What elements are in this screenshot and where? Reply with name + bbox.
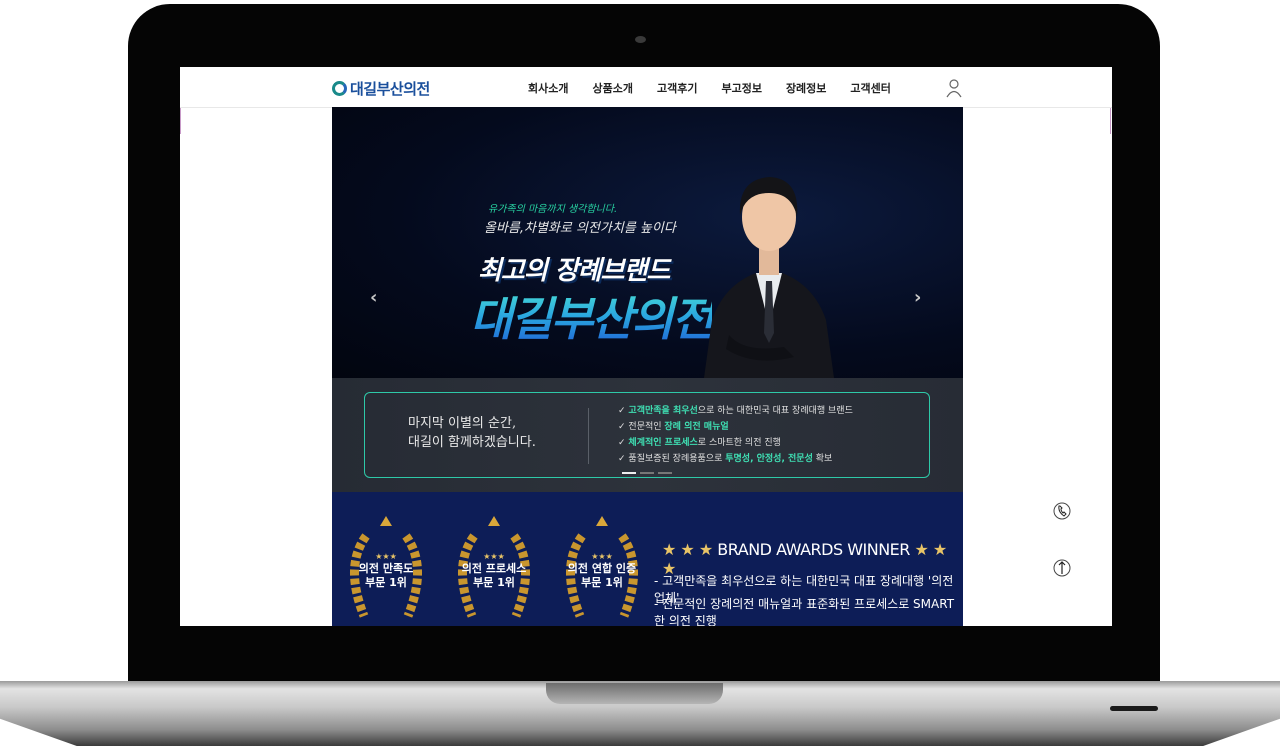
logo-text: 대길부산의전 <box>350 79 430 98</box>
chevron-left-icon[interactable]: ‹ <box>370 287 377 308</box>
feature-list: ✓ 고객만족을 최우선으로 하는 대한민국 대표 장례대행 브랜드 ✓ 전문적인… <box>618 403 853 467</box>
phone-icon[interactable] <box>1053 500 1071 522</box>
site-header: 대길부산의전 회사소개 상품소개 고객후기 부고정보 장례정보 고객센터 <box>180 67 1112 108</box>
banner-divider <box>588 408 589 464</box>
promise-banner: 마지막 이별의 순간, 대길이 함께하겠습니다. ✓ 고객만족을 최우선으로 하… <box>332 378 963 492</box>
main-nav: 회사소개 상품소개 고객후기 부고정보 장례정보 고객센터 <box>528 80 891 96</box>
laptop-indicator <box>1110 706 1158 711</box>
nav-support[interactable]: 고객센터 <box>850 80 890 96</box>
hero-subtitle-1: 유가족의 마음까지 생각합니다. <box>488 204 618 215</box>
award-badge: ★★★ 의전 만족도 부문 1위 <box>336 506 436 626</box>
awards-line-2: - 전문적인 장례의전 매뉴얼과 표준화된 프로세스로 SMART한 의전 진행 <box>654 597 955 626</box>
slide-dot-2[interactable] <box>640 472 654 474</box>
banner-line-2: 대길이 함께하겠습니다. <box>408 435 536 450</box>
award-badge: ★★★ 의전 프로세스 부문 1위 <box>444 506 544 626</box>
site-logo[interactable]: 대길부산의전 <box>332 77 430 99</box>
hero-headline: 최고의 장례브랜드 <box>478 256 670 286</box>
hero-subtitle-2: 올바름,차별화로 의전가치를 높이다 <box>484 221 676 236</box>
nav-obituary[interactable]: 부고정보 <box>721 80 761 96</box>
spokesperson-image <box>704 177 834 378</box>
logo-mark-icon <box>332 80 347 96</box>
feature-item: ✓ 전문적인 장례 의전 매뉴얼 <box>618 422 729 432</box>
awards-section: ★★★ 의전 만족도 부문 1위 ★★★ 의전 프로세스 부문 1위 ★★★ 의… <box>332 492 963 626</box>
nav-funeral-info[interactable]: 장례정보 <box>786 80 826 96</box>
chevron-right-icon[interactable]: › <box>914 287 921 308</box>
nav-products[interactable]: 상품소개 <box>592 80 632 96</box>
slide-dot-1[interactable] <box>622 472 636 474</box>
laptop-hinge-notch <box>546 683 723 704</box>
browser-viewport: 대길부산의전 회사소개 상품소개 고객후기 부고정보 장례정보 고객센터 유가족… <box>180 67 1112 626</box>
hero-slider: 유가족의 마음까지 생각합니다. 올바름,차별화로 의전가치를 높이다 최고의 … <box>332 107 963 378</box>
arrow-up-icon[interactable] <box>1053 557 1071 579</box>
slide-indicator <box>622 472 672 474</box>
hero-brand-name: 대길부산의전 <box>470 283 714 349</box>
slide-dot-3[interactable] <box>658 472 672 474</box>
banner-message: 마지막 이별의 순간, 대길이 함께하겠습니다. <box>408 414 536 452</box>
user-icon[interactable] <box>946 78 962 98</box>
nav-company[interactable]: 회사소개 <box>528 80 568 96</box>
feature-item: ✓ 체계적인 프로세스로 스마트한 의전 진행 <box>618 438 781 448</box>
webcam-icon <box>635 36 646 43</box>
award-badge: ★★★ 의전 연합 인증 부문 1위 <box>552 506 652 626</box>
feature-item: ✓ 고객만족을 최우선으로 하는 대한민국 대표 장례대행 브랜드 <box>618 406 853 416</box>
feature-item: ✓ 품질보증된 장례용품으로 투명성, 안정성, 전문성 확보 <box>618 454 833 464</box>
nav-reviews[interactable]: 고객후기 <box>657 80 697 96</box>
banner-line-1: 마지막 이별의 순간, <box>408 416 517 431</box>
